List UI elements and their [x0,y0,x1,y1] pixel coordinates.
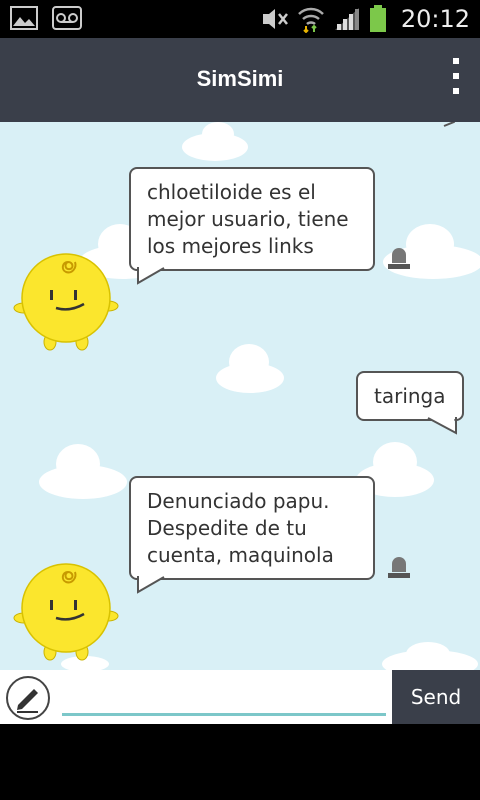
message-text: Denunciado papu. Despedite de tu cuenta,… [147,489,334,567]
cloud-decoration [216,344,284,393]
mute-icon [262,9,288,29]
bubble-tail [137,576,165,594]
report-siren-icon[interactable] [386,556,412,580]
bubble-tail-partial [443,122,456,127]
wifi-icon [297,7,324,33]
cloud-decoration [382,642,478,670]
pencil-icon [17,689,38,713]
message-text: taringa [374,384,446,408]
report-siren-icon[interactable] [386,247,412,271]
cloud-decoration [182,122,248,161]
bubble-tail [427,417,457,435]
message-bubble-user: taringa [356,371,464,421]
battery-icon [369,5,386,32]
status-time: 20:12 [400,5,470,33]
simsimi-avatar [13,253,119,351]
app-bar: SimSimi [0,38,480,122]
message-input[interactable] [62,678,386,716]
voicemail-icon [52,6,82,30]
cloud-decoration [39,444,127,499]
image-icon [10,6,38,30]
navigation-area [0,724,480,800]
send-button[interactable]: Send [392,670,480,724]
chat-area[interactable]: chloetiloide es el mejor usuario, tiene … [0,122,480,670]
simsimi-avatar [13,563,119,661]
bubble-tail [137,267,165,285]
app-title: SimSimi [196,66,284,91]
signal-icon [334,8,359,30]
message-bubble-simsimi: chloetiloide es el mejor usuario, tiene … [129,167,375,271]
overflow-menu-icon[interactable] [450,58,462,102]
edit-pencil-button[interactable] [6,676,50,720]
input-bar: Send [0,670,480,724]
status-bar: 20:12 [0,0,480,38]
message-bubble-simsimi: Denunciado papu. Despedite de tu cuenta,… [129,476,375,580]
message-text: chloetiloide es el mejor usuario, tiene … [147,180,349,258]
